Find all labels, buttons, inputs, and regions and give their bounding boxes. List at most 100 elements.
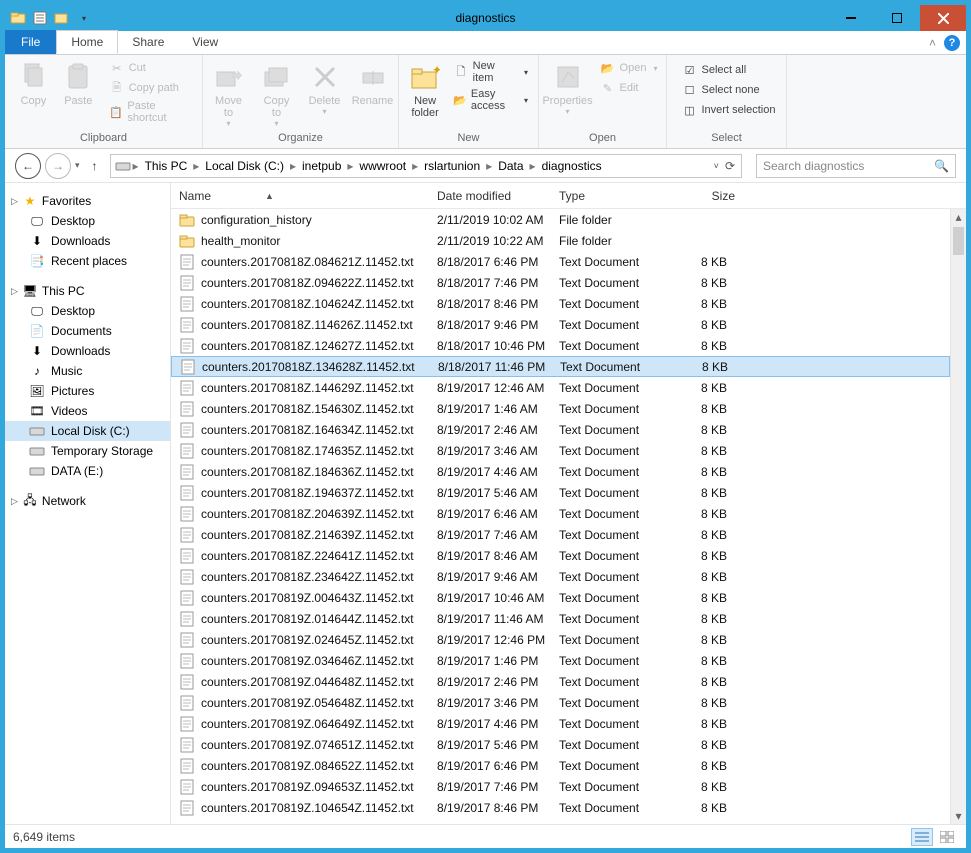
ribbon-tab-view[interactable]: View bbox=[178, 30, 232, 54]
sidebar-item[interactable]: 🖵Desktop bbox=[5, 211, 170, 231]
minimize-button[interactable] bbox=[828, 5, 874, 31]
favorites-node[interactable]: ▷★Favorites bbox=[5, 191, 170, 211]
sidebar-item[interactable]: 🎞Videos bbox=[5, 401, 170, 421]
file-row[interactable]: counters.20170818Z.184636Z.11452.txt8/19… bbox=[171, 461, 950, 482]
chevron-right-icon[interactable]: ▸ bbox=[345, 159, 355, 173]
thumbnail-view-button[interactable] bbox=[936, 828, 958, 846]
file-row[interactable]: counters.20170819Z.034646Z.11452.txt8/19… bbox=[171, 650, 950, 671]
file-row[interactable]: counters.20170818Z.144629Z.11452.txt8/19… bbox=[171, 377, 950, 398]
thispc-node[interactable]: ▷🖥This PC bbox=[5, 281, 170, 301]
file-row[interactable]: counters.20170819Z.024645Z.11452.txt8/19… bbox=[171, 629, 950, 650]
cut-button[interactable]: ✂Cut bbox=[105, 59, 196, 77]
file-row[interactable]: counters.20170818Z.224641Z.11452.txt8/19… bbox=[171, 545, 950, 566]
sidebar-item[interactable]: 📑Recent places bbox=[5, 251, 170, 271]
scroll-thumb[interactable] bbox=[953, 227, 964, 255]
ribbon-tab-share[interactable]: Share bbox=[118, 30, 178, 54]
file-tab[interactable]: File bbox=[5, 30, 56, 54]
up-button[interactable]: ↑ bbox=[84, 155, 106, 177]
easy-access-button[interactable]: 📂Easy access▾ bbox=[449, 87, 532, 113]
chevron-right-icon[interactable]: ▸ bbox=[191, 159, 201, 173]
close-button[interactable] bbox=[920, 5, 966, 31]
file-row[interactable]: counters.20170819Z.014644Z.11452.txt8/19… bbox=[171, 608, 950, 629]
network-node[interactable]: ▷🖧Network bbox=[5, 491, 170, 511]
file-row[interactable]: counters.20170818Z.114626Z.11452.txt8/18… bbox=[171, 314, 950, 335]
file-row[interactable]: counters.20170818Z.154630Z.11452.txt8/19… bbox=[171, 398, 950, 419]
invert-selection-button[interactable]: ◫Invert selection bbox=[678, 101, 780, 119]
column-header-name[interactable]: Name▲ bbox=[171, 189, 429, 203]
qat-properties-icon[interactable] bbox=[31, 9, 49, 27]
select-all-button[interactable]: ☑Select all bbox=[678, 61, 780, 79]
breadcrumb-segment[interactable]: rslartunion bbox=[420, 159, 484, 173]
copy-path-button[interactable]: 🗎Copy path bbox=[105, 79, 196, 97]
ribbon-tab-home[interactable]: Home bbox=[56, 30, 118, 54]
new-folder-button[interactable]: ✦ New folder bbox=[405, 59, 445, 121]
copyto-button[interactable]: Copy to ▾ bbox=[253, 59, 301, 130]
sidebar-item[interactable]: 📄Documents bbox=[5, 321, 170, 341]
sidebar-item[interactable]: 🖼Pictures bbox=[5, 381, 170, 401]
file-row[interactable]: counters.20170818Z.174635Z.11452.txt8/19… bbox=[171, 440, 950, 461]
chevron-right-icon[interactable]: ▸ bbox=[484, 159, 494, 173]
file-row[interactable]: counters.20170818Z.084621Z.11452.txt8/18… bbox=[171, 251, 950, 272]
nav-pane[interactable]: ▷★Favorites 🖵Desktop⬇Downloads📑Recent pl… bbox=[5, 183, 171, 824]
chevron-right-icon[interactable]: ▸ bbox=[410, 159, 420, 173]
chevron-right-icon[interactable]: ▸ bbox=[528, 159, 538, 173]
open-button[interactable]: 📂Open▾ bbox=[596, 59, 662, 77]
file-row[interactable]: counters.20170819Z.074651Z.11452.txt8/19… bbox=[171, 734, 950, 755]
breadcrumb-segment[interactable]: Data bbox=[494, 159, 527, 173]
file-row[interactable]: counters.20170818Z.164634Z.11452.txt8/19… bbox=[171, 419, 950, 440]
column-header-type[interactable]: Type bbox=[551, 189, 671, 203]
file-row[interactable]: counters.20170818Z.104624Z.11452.txt8/18… bbox=[171, 293, 950, 314]
back-button[interactable]: ← bbox=[15, 153, 41, 179]
ribbon-collapse-icon[interactable]: ˄ bbox=[929, 36, 936, 50]
paste-shortcut-button[interactable]: 📋Paste shortcut bbox=[105, 99, 196, 125]
refresh-icon[interactable]: ⟳ bbox=[725, 159, 735, 173]
qat-newfolder-icon[interactable] bbox=[53, 9, 71, 27]
breadcrumb-segment[interactable]: diagnostics bbox=[538, 159, 606, 173]
file-row[interactable]: counters.20170818Z.204639Z.11452.txt8/19… bbox=[171, 503, 950, 524]
file-row[interactable]: counters.20170819Z.084652Z.11452.txt8/19… bbox=[171, 755, 950, 776]
details-view-button[interactable] bbox=[911, 828, 933, 846]
vertical-scrollbar[interactable]: ▴ ▾ bbox=[950, 209, 966, 824]
file-row[interactable]: configuration_history2/11/2019 10:02 AMF… bbox=[171, 209, 950, 230]
copy-button[interactable]: Copy bbox=[11, 59, 56, 109]
delete-button[interactable]: Delete ▾ bbox=[301, 59, 349, 118]
scroll-down-icon[interactable]: ▾ bbox=[951, 808, 966, 824]
file-row[interactable]: health_monitor2/11/2019 10:22 AMFile fol… bbox=[171, 230, 950, 251]
breadcrumb-segment[interactable]: This PC bbox=[141, 159, 192, 173]
address-dropdown-icon[interactable]: ˅ bbox=[714, 161, 719, 171]
sidebar-item[interactable]: ⬇Downloads bbox=[5, 231, 170, 251]
breadcrumb-segment[interactable]: Local Disk (C:) bbox=[201, 159, 288, 173]
file-row[interactable]: counters.20170819Z.094653Z.11452.txt8/19… bbox=[171, 776, 950, 797]
forward-button[interactable]: → bbox=[45, 153, 71, 179]
edit-button[interactable]: ✎Edit bbox=[596, 79, 662, 97]
help-icon[interactable]: ? bbox=[944, 35, 960, 51]
chevron-right-icon[interactable]: ▸ bbox=[131, 159, 141, 173]
file-row[interactable]: counters.20170819Z.064649Z.11452.txt8/19… bbox=[171, 713, 950, 734]
file-list[interactable]: configuration_history2/11/2019 10:02 AMF… bbox=[171, 209, 966, 824]
sidebar-item[interactable]: DATA (E:) bbox=[5, 461, 170, 481]
search-input[interactable]: Search diagnostics 🔍 bbox=[756, 154, 956, 178]
properties-button[interactable]: Properties ▾ bbox=[544, 59, 592, 118]
qat-customize-icon[interactable]: ▾ bbox=[75, 9, 93, 27]
column-header-size[interactable]: Size bbox=[671, 189, 735, 203]
file-row[interactable]: counters.20170819Z.054648Z.11452.txt8/19… bbox=[171, 692, 950, 713]
sidebar-item[interactable]: Temporary Storage bbox=[5, 441, 170, 461]
file-row[interactable]: counters.20170818Z.194637Z.11452.txt8/19… bbox=[171, 482, 950, 503]
sidebar-item[interactable]: Local Disk (C:) bbox=[5, 421, 170, 441]
file-row[interactable]: counters.20170818Z.094622Z.11452.txt8/18… bbox=[171, 272, 950, 293]
column-header-date[interactable]: Date modified bbox=[429, 189, 551, 203]
new-item-button[interactable]: 🗋New item▾ bbox=[449, 59, 532, 85]
chevron-right-icon[interactable]: ▸ bbox=[288, 159, 298, 173]
history-dropdown-icon[interactable]: ▾ bbox=[75, 160, 80, 171]
maximize-button[interactable] bbox=[874, 5, 920, 31]
sidebar-item[interactable]: 🖵Desktop bbox=[5, 301, 170, 321]
breadcrumb-segment[interactable]: wwwroot bbox=[355, 159, 410, 173]
file-row[interactable]: counters.20170818Z.234642Z.11452.txt8/19… bbox=[171, 566, 950, 587]
sidebar-item[interactable]: ⬇Downloads bbox=[5, 341, 170, 361]
paste-button[interactable]: Paste bbox=[56, 59, 101, 109]
address-bar[interactable]: ▸This PC▸Local Disk (C:)▸inetpub▸wwwroot… bbox=[110, 154, 742, 178]
breadcrumb-segment[interactable]: inetpub bbox=[298, 159, 345, 173]
file-row[interactable]: counters.20170818Z.134628Z.11452.txt8/18… bbox=[171, 356, 950, 377]
file-row[interactable]: counters.20170819Z.104654Z.11452.txt8/19… bbox=[171, 797, 950, 818]
file-row[interactable]: counters.20170818Z.124627Z.11452.txt8/18… bbox=[171, 335, 950, 356]
